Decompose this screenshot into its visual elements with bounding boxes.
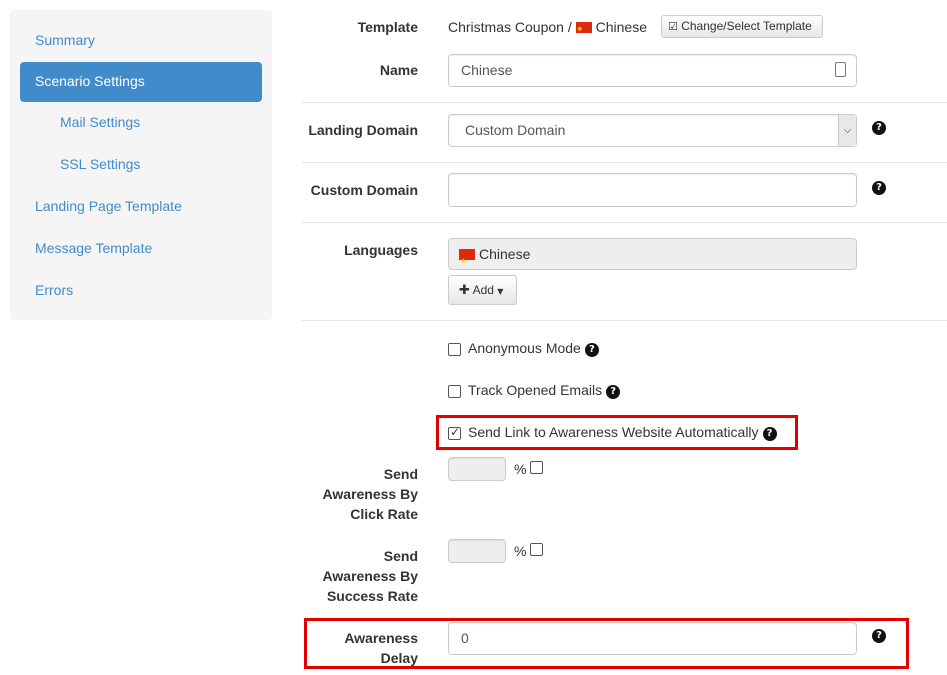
help-icon[interactable]: ? <box>606 385 621 399</box>
click-rate-checkbox[interactable] <box>530 461 543 474</box>
name-input[interactable]: Chinese <box>448 54 857 87</box>
divider <box>302 222 947 223</box>
track-opened-emails-label: Track Opened Emails <box>468 382 603 398</box>
template-value: Christmas Coupon / Chinese <box>448 17 647 39</box>
click-rate-label-line: Click Rate <box>350 506 418 522</box>
add-language-button[interactable]: ✚ Add ▼ <box>448 275 517 305</box>
landing-domain-select[interactable]: Custom Domain ⌵ <box>448 114 857 147</box>
help-icon[interactable]: ? <box>872 121 886 135</box>
anonymous-mode-label: Anonymous Mode <box>468 340 581 356</box>
divider <box>302 320 947 321</box>
sidebar-item-message-template[interactable]: Message Template <box>35 240 152 256</box>
name-input-value: Chinese <box>461 62 513 78</box>
contact-card-icon <box>835 62 846 77</box>
anonymous-mode-option: Anonymous Mode? <box>468 340 599 357</box>
click-rate-unit: % <box>514 461 527 477</box>
highlight-box <box>436 415 798 450</box>
change-template-label: Change/Select Template <box>681 19 812 33</box>
china-flag-icon <box>575 19 592 39</box>
language-chip-label: Chinese <box>479 246 531 262</box>
custom-domain-input[interactable] <box>448 173 857 207</box>
sidebar-item-summary[interactable]: Summary <box>35 32 95 48</box>
click-rate-label-line: Send <box>383 466 418 482</box>
sidebar-item-errors[interactable]: Errors <box>35 282 73 298</box>
success-rate-label: Send Awareness By Success Rate <box>323 546 418 606</box>
plus-icon: ✚ <box>459 283 470 298</box>
caret-down-icon: ▼ <box>497 287 504 296</box>
divider <box>302 102 947 103</box>
divider <box>302 162 947 163</box>
sidebar-nav: Summary Scenario Settings Mail Settings … <box>10 10 272 320</box>
sidebar-item-scenario-settings[interactable]: Scenario Settings <box>20 62 262 102</box>
click-rate-input[interactable] <box>448 457 506 481</box>
template-label: Template <box>357 19 418 35</box>
track-opened-emails-checkbox[interactable] <box>448 385 461 398</box>
add-language-label: Add <box>472 283 494 297</box>
language-chip[interactable]: Chinese <box>448 238 857 276</box>
sidebar-item-label: Scenario Settings <box>35 73 145 89</box>
sidebar-item-landing-page-template[interactable]: Landing Page Template <box>35 198 182 214</box>
anonymous-mode-checkbox[interactable] <box>448 343 461 356</box>
landing-domain-label: Landing Domain <box>308 122 418 138</box>
track-opened-emails-option: Track Opened Emails? <box>468 382 621 399</box>
sidebar-item-ssl-settings[interactable]: SSL Settings <box>60 156 140 172</box>
success-rate-label-line: Success Rate <box>326 588 418 604</box>
custom-domain-label: Custom Domain <box>310 182 418 198</box>
success-rate-label-line: Send <box>383 548 418 564</box>
china-flag-icon <box>459 246 475 276</box>
chevron-down-icon: ⌵ <box>838 115 856 146</box>
template-name: Christmas Coupon / <box>448 19 572 35</box>
click-rate-label: Send Awareness By Click Rate <box>323 464 418 524</box>
success-rate-input[interactable] <box>448 539 506 563</box>
highlight-box <box>304 618 909 669</box>
edit-icon: ☑ <box>668 20 678 33</box>
help-icon[interactable]: ? <box>584 343 599 357</box>
name-label: Name <box>379 62 418 78</box>
landing-domain-selected: Custom Domain <box>465 122 566 138</box>
success-rate-unit: % <box>514 543 527 559</box>
change-template-button[interactable]: ☑ Change/Select Template <box>661 15 823 38</box>
success-rate-label-line: Awareness By <box>322 568 418 584</box>
sidebar-item-mail-settings[interactable]: Mail Settings <box>60 114 140 130</box>
success-rate-checkbox[interactable] <box>530 543 543 556</box>
click-rate-label-line: Awareness By <box>322 486 418 502</box>
languages-label: Languages <box>344 242 418 258</box>
template-language: Chinese <box>595 19 647 35</box>
help-icon[interactable]: ? <box>872 181 886 195</box>
